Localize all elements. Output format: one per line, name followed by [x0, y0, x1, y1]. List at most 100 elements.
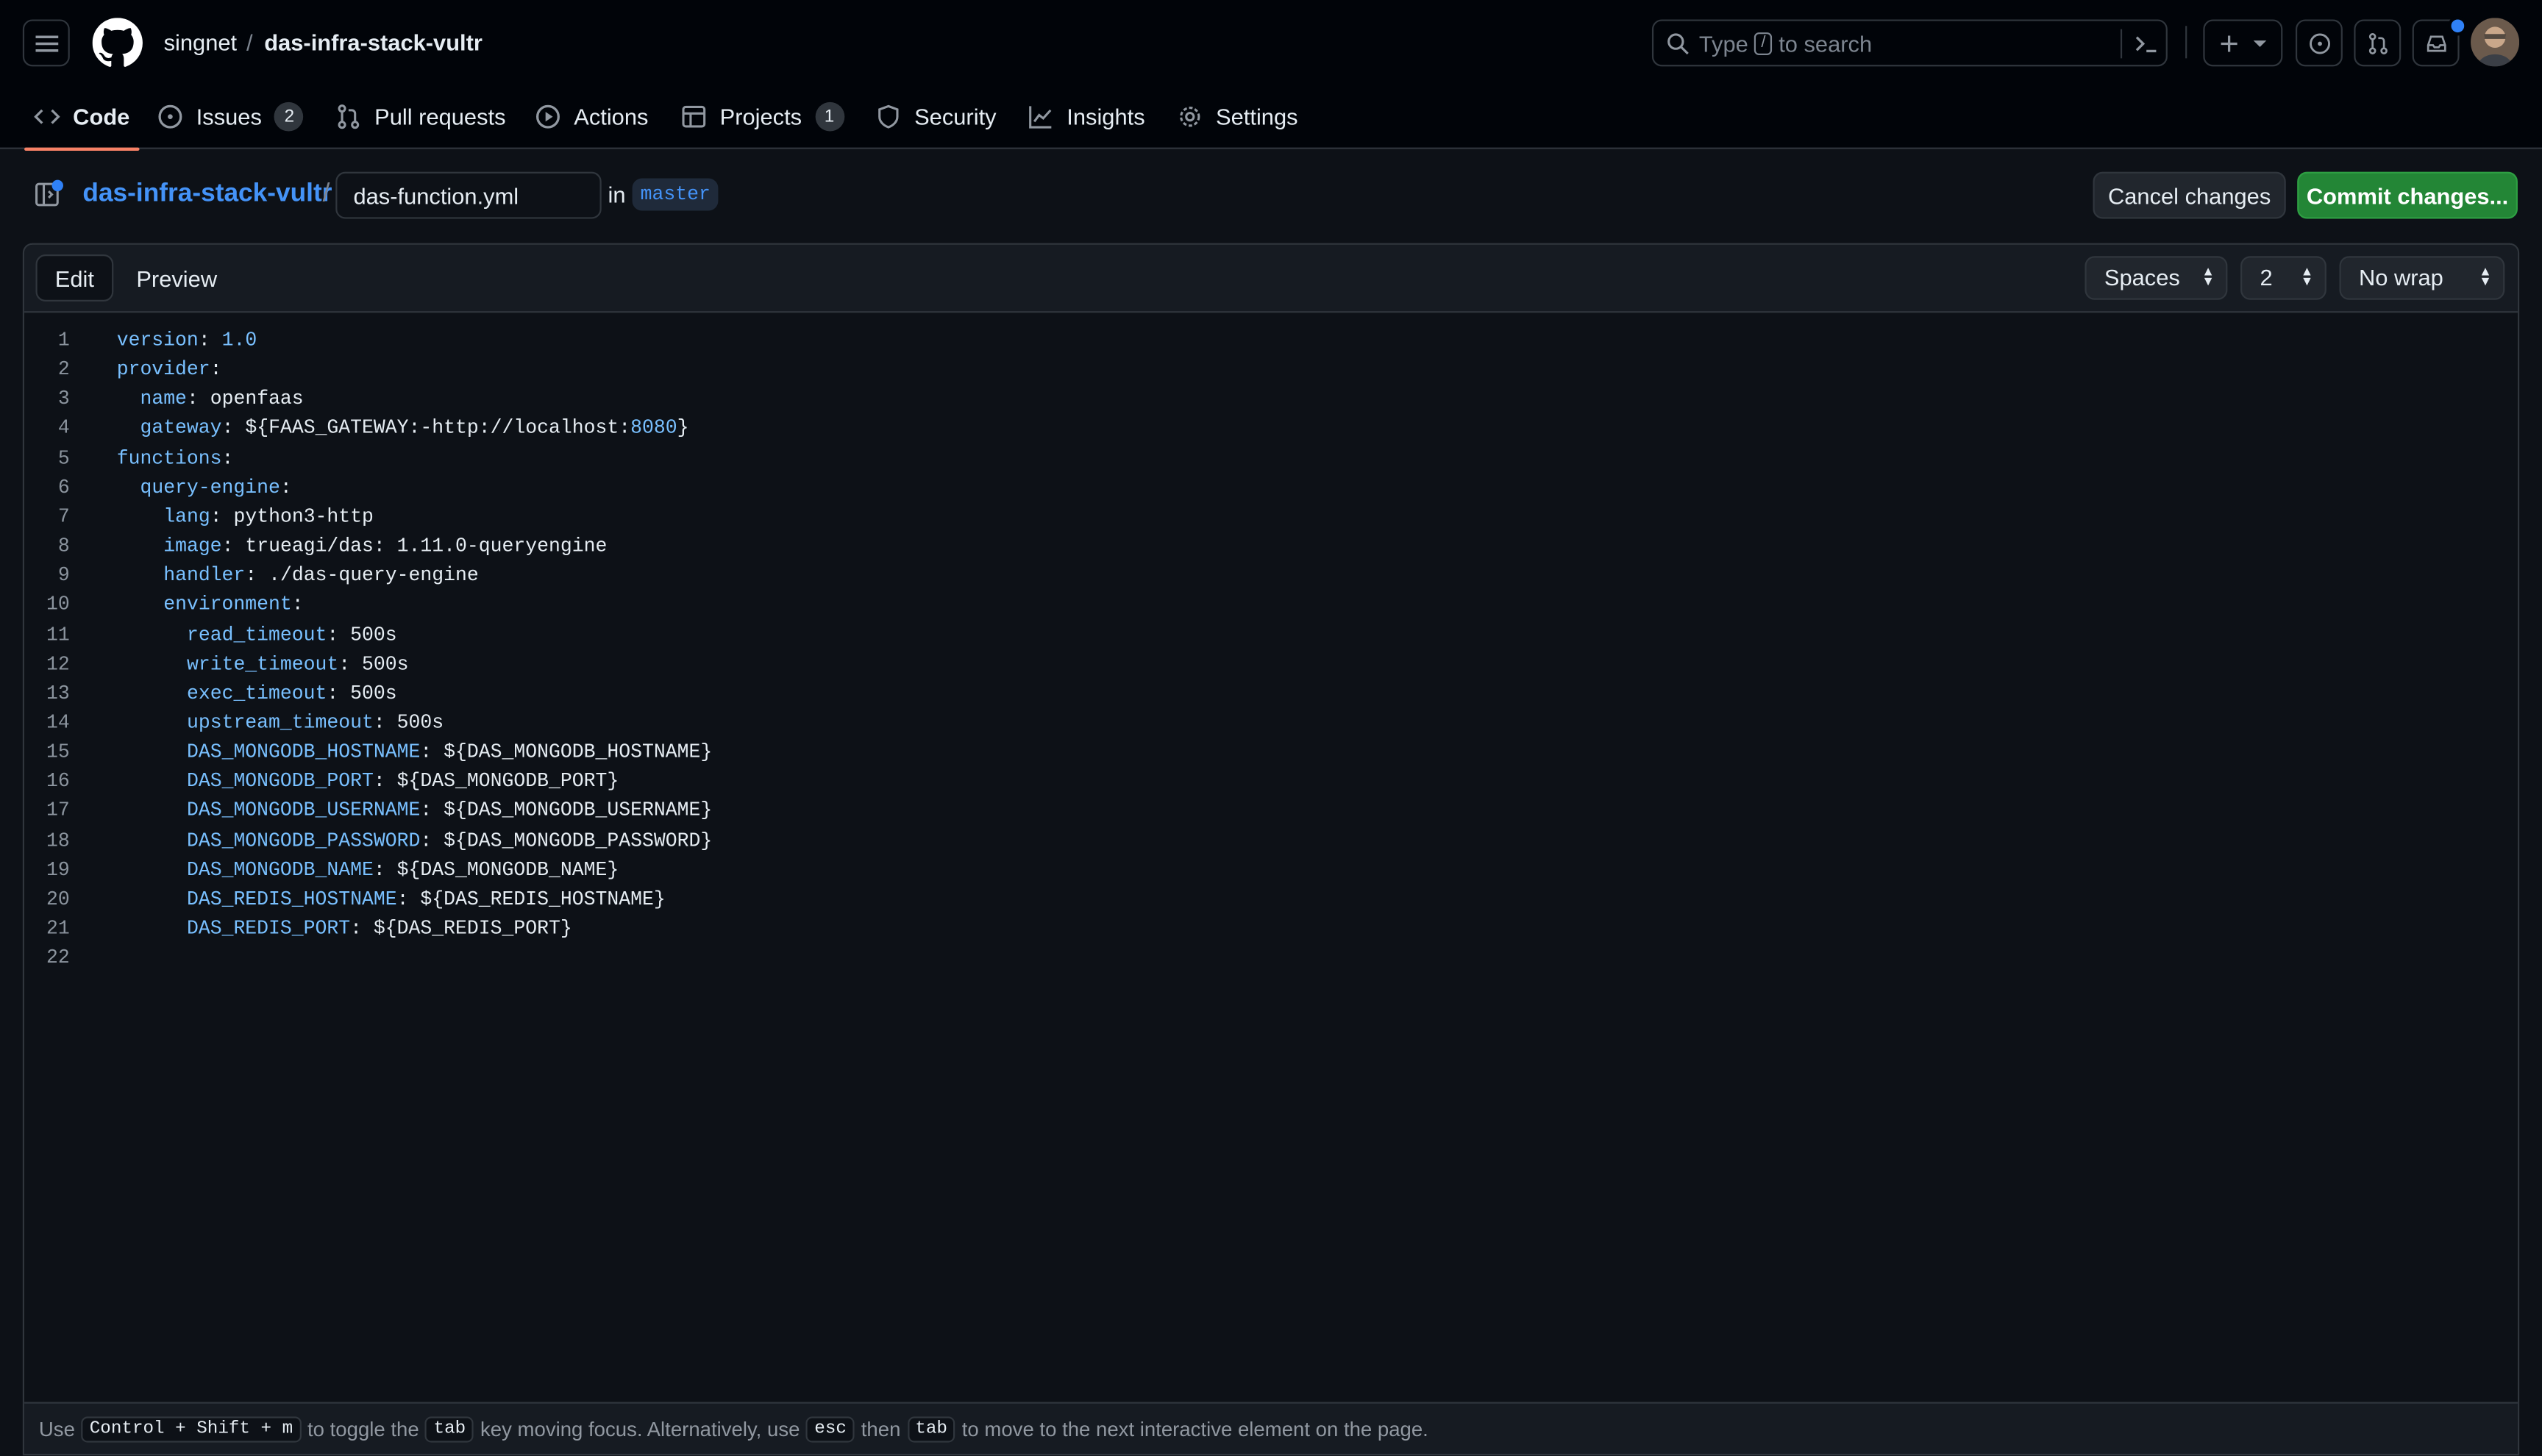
- hint-key: tab: [907, 1416, 955, 1442]
- yaml-value: ./das-query-engine: [268, 564, 479, 588]
- line-content: name: openfaas: [117, 385, 303, 414]
- code-line[interactable]: 10 environment:: [24, 590, 2518, 620]
- code-line[interactable]: 3 name: openfaas: [24, 385, 2518, 414]
- pull-requests-button[interactable]: [2354, 19, 2402, 67]
- code-line[interactable]: 19 DAS_MONGODB_NAME: ${DAS_MONGODB_NAME}: [24, 855, 2518, 885]
- code-line[interactable]: 7 lang: python3-http: [24, 502, 2518, 532]
- line-content: read_timeout: 500s: [117, 620, 397, 649]
- yaml-key: DAS_MONGODB_USERNAME: [186, 799, 421, 823]
- code-line[interactable]: 15 DAS_MONGODB_HOSTNAME: ${DAS_MONGODB_H…: [24, 738, 2518, 767]
- code-line[interactable]: 6 query-engine:: [24, 473, 2518, 502]
- search-input[interactable]: Type / to search: [1651, 19, 2168, 67]
- tab-actions[interactable]: Actions: [535, 85, 648, 149]
- yaml-value: 500s: [396, 711, 444, 735]
- menu-button[interactable]: [22, 19, 70, 67]
- line-number: 22: [46, 946, 70, 970]
- issues-button[interactable]: [2295, 19, 2343, 67]
- code-line[interactable]: 1 version: 1.0: [24, 326, 2518, 355]
- tab-pull-requests[interactable]: Pull requests: [335, 85, 506, 149]
- github-logo-icon[interactable]: [92, 18, 143, 68]
- repo-link[interactable]: das-infra-stack-vultr: [82, 180, 332, 210]
- code-line[interactable]: 13 exec_timeout: 500s: [24, 679, 2518, 708]
- yaml-separator: :: [280, 476, 292, 499]
- line-number: 12: [46, 652, 70, 676]
- cancel-changes-button[interactable]: Cancel changes: [2093, 171, 2286, 219]
- path-separator: /: [322, 179, 330, 208]
- tab-edit[interactable]: Edit: [35, 254, 114, 301]
- breadcrumb-owner[interactable]: singnet: [164, 27, 238, 57]
- code-icon: [34, 109, 60, 124]
- avatar[interactable]: [2471, 18, 2520, 67]
- create-new-button[interactable]: [2203, 19, 2283, 67]
- wrap-mode-select[interactable]: No wrap ▲ ▼: [2339, 256, 2505, 300]
- line-content: DAS_MONGODB_USERNAME: ${DAS_MONGODB_USER…: [117, 796, 713, 826]
- code-line[interactable]: 5 functions:: [24, 443, 2518, 473]
- indent-mode-select[interactable]: Spaces ▲ ▼: [2084, 256, 2228, 300]
- issues-count-badge: 2: [274, 101, 305, 132]
- yaml-value: ${DAS_REDIS_HOSTNAME}: [420, 888, 666, 911]
- line-number: 5: [57, 446, 70, 470]
- code-line[interactable]: 2 provider:: [24, 355, 2518, 385]
- code-area[interactable]: 1 version: 1.0 2 provider: 3 name: openfaas 4…: [24, 313, 2518, 1402]
- code-line[interactable]: 9 handler: ./das-query-engine: [24, 561, 2518, 590]
- yaml-separator: :: [210, 358, 222, 382]
- global-header: singnet / das-infra-stack-vultr Type / t…: [0, 0, 2542, 151]
- tab-issues[interactable]: Issues 2: [157, 85, 305, 149]
- indent-size-select[interactable]: 2 ▲ ▼: [2240, 256, 2326, 300]
- line-number: 11: [46, 623, 70, 646]
- file-tree-indicator: [51, 179, 63, 192]
- line-content: DAS_MONGODB_PORT: ${DAS_MONGODB_PORT}: [117, 767, 619, 796]
- code-line[interactable]: 14 upstream_timeout: 500s: [24, 708, 2518, 738]
- filename-input[interactable]: [335, 171, 602, 219]
- hint-text: then: [861, 1417, 901, 1441]
- search-key: /: [1754, 32, 1773, 55]
- line-number: 21: [46, 917, 70, 941]
- yaml-separator: :: [396, 888, 421, 911]
- breadcrumb-repo[interactable]: das-infra-stack-vultr: [264, 27, 483, 57]
- yaml-separator: :: [350, 917, 374, 941]
- tab-code[interactable]: Code: [24, 85, 140, 151]
- code-line[interactable]: 17 DAS_MONGODB_USERNAME: ${DAS_MONGODB_U…: [24, 796, 2518, 826]
- code-line[interactable]: 20 DAS_REDIS_HOSTNAME: ${DAS_REDIS_HOSTN…: [24, 885, 2518, 914]
- code-line[interactable]: 11 read_timeout: 500s: [24, 620, 2518, 649]
- branch-name[interactable]: master: [632, 178, 719, 211]
- line-content: handler: ./das-query-engine: [117, 561, 479, 590]
- code-line[interactable]: 12 write_timeout: 500s: [24, 649, 2518, 679]
- yaml-key: lang: [163, 505, 210, 529]
- yaml-value: 500s: [350, 682, 397, 705]
- line-content: DAS_REDIS_HOSTNAME: ${DAS_REDIS_HOSTNAME…: [117, 885, 666, 914]
- triangle-down-icon: [2252, 39, 2266, 46]
- yaml-value: ${DAS_MONGODB_NAME}: [396, 858, 619, 882]
- hint-text: to move to the next interactive element …: [961, 1417, 1428, 1441]
- code-line[interactable]: 16 DAS_MONGODB_PORT: ${DAS_MONGODB_PORT}: [24, 767, 2518, 796]
- yaml-separator: :: [186, 388, 210, 411]
- shield-icon: [878, 104, 899, 129]
- tab-preview[interactable]: Preview: [121, 254, 232, 301]
- command-palette-icon[interactable]: [2134, 31, 2160, 57]
- code-line[interactable]: 8 image: trueagi/das: 1.11.0-queryengine: [24, 532, 2518, 561]
- yaml-separator: :: [327, 623, 351, 646]
- yaml-separator: :: [221, 535, 246, 558]
- code-line[interactable]: 22: [24, 943, 2518, 973]
- code-editor: Edit Preview Spaces ▲ ▼ 2 ▲ ▼ No wrap ▲ ▼ 1…: [22, 243, 2520, 1456]
- yaml-key: gateway: [140, 417, 222, 440]
- commit-changes-button[interactable]: Commit changes...: [2297, 171, 2518, 219]
- yaml-value: ${DAS_MONGODB_USERNAME}: [444, 799, 713, 823]
- yaml-separator: :: [420, 741, 444, 764]
- yaml-separator: :: [420, 829, 444, 852]
- line-number: 15: [46, 741, 70, 764]
- tab-projects[interactable]: Projects 1: [681, 85, 844, 149]
- tab-insights[interactable]: Insights: [1028, 85, 1145, 149]
- pull-request-icon: [2368, 32, 2387, 54]
- line-number: 18: [46, 829, 70, 852]
- code-line[interactable]: 18 DAS_MONGODB_PASSWORD: ${DAS_MONGODB_P…: [24, 826, 2518, 855]
- code-line[interactable]: 4 gateway: ${FAAS_GATEWAY:-http://localh…: [24, 414, 2518, 443]
- code-line[interactable]: 21 DAS_REDIS_PORT: ${DAS_REDIS_PORT}: [24, 914, 2518, 943]
- tab-settings[interactable]: Settings: [1177, 85, 1298, 149]
- yaml-value: trueagi/das: 1.11.0-queryengine: [245, 535, 608, 558]
- tab-security[interactable]: Security: [875, 85, 997, 149]
